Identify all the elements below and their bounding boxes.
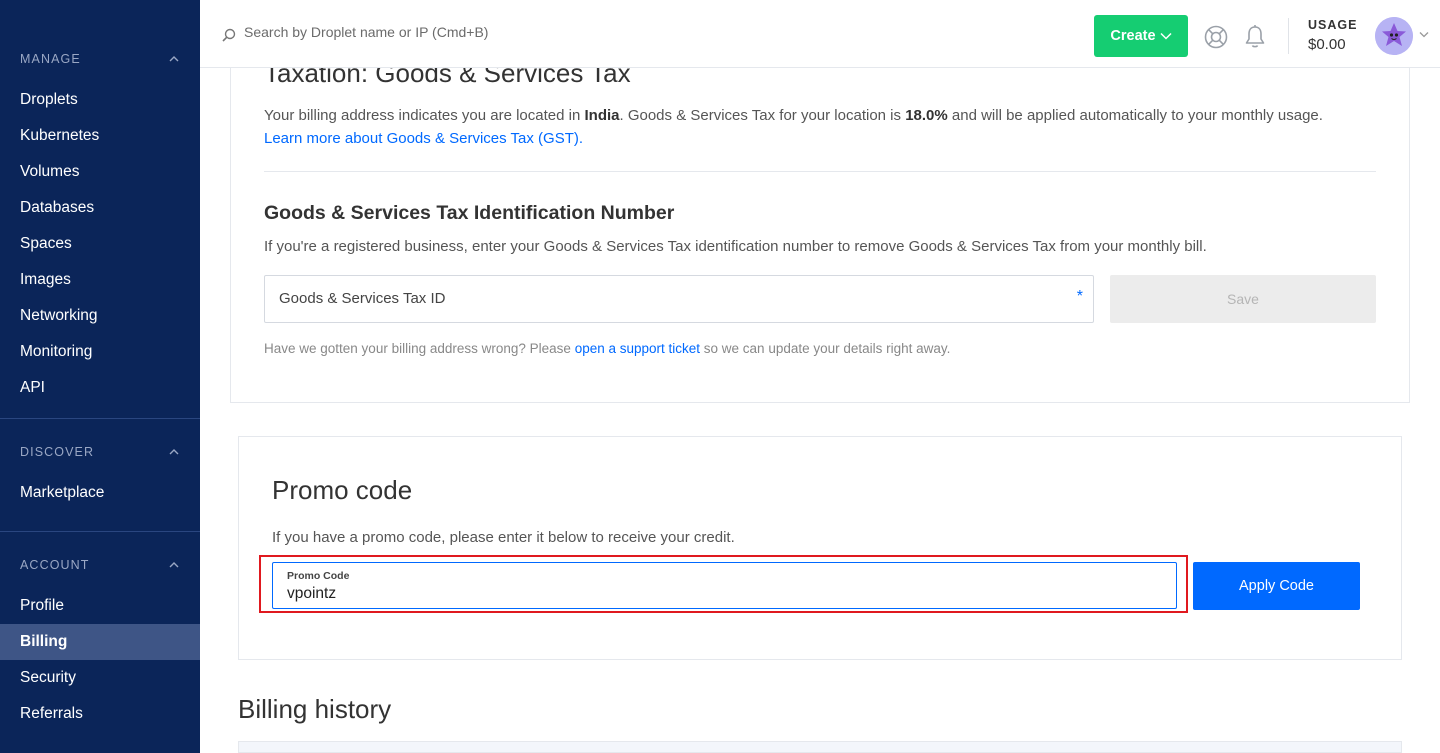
promo-code-field: Promo Code bbox=[272, 562, 1177, 609]
sidebar-item-networking[interactable]: Networking bbox=[0, 298, 200, 334]
sidebar-item-referrals[interactable]: Referrals bbox=[0, 696, 200, 732]
tax-desc-suffix: and will be applied automatically to you… bbox=[947, 107, 1323, 124]
promo-card: Promo code If you have a promo code, ple… bbox=[238, 436, 1402, 660]
sidebar-section-manage: MANAGE Droplets Kubernetes Volumes Datab… bbox=[0, 36, 200, 406]
billing-address-note: Have we gotten your billing address wron… bbox=[264, 341, 950, 356]
billing-history-title: Billing history bbox=[238, 694, 392, 724]
main-content: Taxation: Goods & Services Tax Your bill… bbox=[200, 68, 1440, 753]
topbar-divider bbox=[1288, 18, 1289, 54]
tax-desc-middle: . Goods & Services Tax for your location… bbox=[619, 107, 906, 124]
search-icon bbox=[222, 28, 236, 42]
sidebar-item-billing[interactable]: Billing bbox=[0, 624, 200, 660]
section-header-discover[interactable]: DISCOVER bbox=[0, 429, 200, 475]
tax-description: Your billing address indicates you are l… bbox=[264, 104, 1384, 150]
help-lifebuoy-icon[interactable] bbox=[1204, 25, 1228, 49]
sammy-mascot-icon bbox=[1375, 17, 1413, 55]
sidebar-item-security[interactable]: Security bbox=[0, 660, 200, 696]
avatar[interactable] bbox=[1375, 17, 1413, 55]
topbar: Create USAGE $0.00 bbox=[200, 0, 1440, 68]
sidebar-item-volumes[interactable]: Volumes bbox=[0, 154, 200, 190]
tax-location: India bbox=[584, 107, 620, 124]
gst-description: If you're a registered business, enter y… bbox=[264, 238, 1207, 255]
chevron-up-icon bbox=[169, 562, 179, 568]
sidebar-item-droplets[interactable]: Droplets bbox=[0, 82, 200, 118]
note-suffix: so we can update your details right away… bbox=[700, 341, 951, 356]
sidebar-item-marketplace[interactable]: Marketplace bbox=[0, 475, 200, 511]
save-button[interactable]: Save bbox=[1110, 275, 1376, 323]
promo-title: Promo code bbox=[272, 475, 413, 505]
sidebar-item-spaces[interactable]: Spaces bbox=[0, 226, 200, 262]
section-title: ACCOUNT bbox=[20, 558, 90, 572]
chevron-up-icon bbox=[169, 449, 179, 455]
promo-code-label: Promo Code bbox=[287, 570, 350, 582]
support-ticket-link[interactable]: open a support ticket bbox=[575, 341, 700, 356]
sidebar-item-kubernetes[interactable]: Kubernetes bbox=[0, 118, 200, 154]
section-header-manage[interactable]: MANAGE bbox=[0, 36, 200, 82]
apply-code-button[interactable]: Apply Code bbox=[1193, 562, 1360, 610]
required-marker: * bbox=[1076, 288, 1083, 305]
chevron-down-icon[interactable] bbox=[1419, 31, 1429, 39]
billing-history-table bbox=[238, 741, 1402, 753]
learn-more-gst-link[interactable]: Learn more about Goods & Services Tax (G… bbox=[264, 130, 583, 147]
sidebar: MANAGE Droplets Kubernetes Volumes Datab… bbox=[0, 0, 200, 753]
usage-value: $0.00 bbox=[1308, 36, 1346, 53]
sidebar-item-monitoring[interactable]: Monitoring bbox=[0, 334, 200, 370]
tax-rate: 18.0% bbox=[905, 107, 948, 124]
chevron-down-icon bbox=[1160, 32, 1172, 40]
tax-desc-prefix: Your billing address indicates you are l… bbox=[264, 107, 585, 124]
create-button[interactable]: Create bbox=[1094, 15, 1188, 57]
divider bbox=[264, 171, 1376, 172]
gst-title: Goods & Services Tax Identification Numb… bbox=[264, 202, 675, 224]
sidebar-item-images[interactable]: Images bbox=[0, 262, 200, 298]
sidebar-item-databases[interactable]: Databases bbox=[0, 190, 200, 226]
bell-icon[interactable] bbox=[1243, 24, 1267, 50]
note-prefix: Have we gotten your billing address wron… bbox=[264, 341, 575, 356]
search-input[interactable] bbox=[244, 24, 744, 40]
promo-description: If you have a promo code, please enter i… bbox=[272, 529, 735, 546]
usage-summary[interactable]: USAGE $0.00 bbox=[1308, 18, 1357, 53]
sidebar-item-api[interactable]: API bbox=[0, 370, 200, 406]
tax-card: Taxation: Goods & Services Tax Your bill… bbox=[230, 68, 1410, 403]
section-title: MANAGE bbox=[20, 52, 81, 66]
section-header-account[interactable]: ACCOUNT bbox=[0, 542, 200, 588]
gst-id-input[interactable] bbox=[279, 290, 1059, 307]
gst-id-field: * bbox=[264, 275, 1094, 323]
chevron-up-icon bbox=[169, 56, 179, 62]
promo-code-input[interactable] bbox=[287, 585, 1147, 603]
tax-title: Taxation: Goods & Services Tax bbox=[264, 68, 631, 88]
usage-label: USAGE bbox=[1308, 18, 1358, 32]
sidebar-section-discover: DISCOVER Marketplace bbox=[0, 418, 200, 511]
sidebar-item-profile[interactable]: Profile bbox=[0, 588, 200, 624]
section-title: DISCOVER bbox=[20, 445, 95, 459]
create-label: Create bbox=[1110, 28, 1156, 44]
sidebar-section-account: ACCOUNT Profile Billing Security Referra… bbox=[0, 531, 200, 732]
